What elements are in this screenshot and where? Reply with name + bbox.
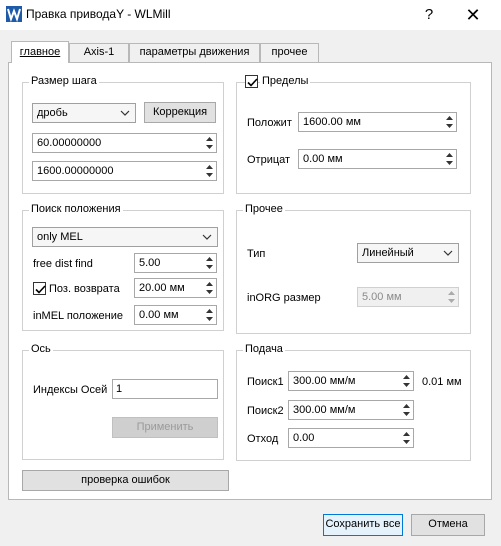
step-mode-select[interactable]: дробь — [32, 103, 136, 123]
checkmark-icon — [35, 285, 46, 294]
free-dist-spinbox[interactable]: 5.00 — [134, 253, 217, 273]
positive-limit-value: 1600.00 мм — [303, 116, 361, 128]
free-dist-label: free dist find — [33, 258, 93, 270]
negative-limit-label: Отрицат — [247, 154, 291, 166]
axis-group: Ось — [22, 343, 224, 460]
correction-button[interactable]: Коррекция — [144, 102, 216, 123]
search-mode-select[interactable]: only MEL — [32, 227, 218, 247]
dialog-window: Правка приводаY - WLMill ? ✕ главное Axi… — [0, 0, 501, 546]
error-check-button[interactable]: проверка ошибок — [22, 470, 229, 491]
type-select[interactable]: Линейный — [357, 243, 459, 263]
return-position-value: 20.00 мм — [139, 282, 185, 294]
checkmark-icon — [247, 78, 258, 87]
apply-button: Применить — [112, 417, 218, 438]
positive-limit-label: Положит — [247, 117, 292, 129]
save-all-button[interactable]: Сохранить все — [323, 514, 403, 536]
search2-value: 300.00 мм/м — [293, 404, 356, 416]
free-dist-value: 5.00 — [139, 257, 161, 269]
search2-spinbox[interactable]: 300.00 мм/м — [288, 400, 414, 420]
search1-label: Поиск1 — [247, 376, 284, 388]
limits-group — [236, 82, 471, 194]
spin-arrows-icon[interactable] — [205, 255, 214, 271]
limits-title: Пределы — [260, 75, 311, 87]
feed-title: Подача — [243, 343, 285, 355]
spin-arrows-icon[interactable] — [205, 135, 214, 151]
step-value1-spinbox[interactable]: 60.00000000 — [32, 133, 217, 153]
limits-checkbox[interactable] — [245, 75, 258, 88]
spin-arrows-icon[interactable] — [445, 151, 454, 167]
spin-arrows-icon[interactable] — [445, 114, 454, 130]
position-search-title: Поиск положения — [29, 203, 123, 215]
tab-axis-1[interactable]: Axis-1 — [69, 43, 129, 62]
spin-arrows-icon[interactable] — [402, 402, 411, 418]
step-value2-spinbox[interactable]: 1600.00000000 — [32, 161, 217, 181]
step-value2: 1600.00000000 — [37, 165, 114, 177]
tab-other[interactable]: прочее — [260, 43, 319, 62]
positive-limit-spinbox[interactable]: 1600.00 мм — [298, 112, 457, 132]
inorg-size-value: 5.00 мм — [362, 291, 402, 303]
spin-arrows-icon[interactable] — [205, 280, 214, 296]
step-mode-value: дробь — [37, 107, 68, 119]
retract-label: Отход — [247, 433, 279, 445]
chevron-down-icon — [443, 250, 453, 256]
inmel-position-spinbox[interactable]: 0.00 мм — [134, 305, 217, 325]
return-position-checkbox[interactable] — [33, 282, 46, 295]
retract-value: 0.00 — [293, 432, 315, 444]
cancel-button[interactable]: Отмена — [411, 514, 485, 536]
chevron-down-icon — [120, 110, 130, 116]
step-size-title: Размер шага — [29, 75, 99, 87]
search-mode-value: only MEL — [37, 231, 83, 243]
title-bar: Правка приводаY - WLMill ? ✕ — [0, 0, 501, 30]
axis-indices-label: Индексы Осей — [33, 384, 108, 396]
inmel-position-value: 0.00 мм — [139, 309, 179, 321]
inmel-position-label: inMEL положение — [33, 310, 124, 322]
spin-arrows-icon[interactable] — [205, 307, 214, 323]
tab-main[interactable]: главное — [11, 41, 69, 63]
inorg-size-spinbox: 5.00 мм — [357, 287, 459, 307]
search1-spinbox[interactable]: 300.00 мм/м — [288, 371, 414, 391]
search1-value: 300.00 мм/м — [293, 375, 356, 387]
window-title: Правка приводаY - WLMill — [26, 7, 171, 21]
search1-extra-value: 0.01 мм — [422, 376, 462, 388]
axis-title: Ось — [29, 343, 53, 355]
other-title: Прочее — [243, 203, 285, 215]
step-value1: 60.00000000 — [37, 137, 102, 149]
help-button[interactable]: ? — [414, 3, 444, 27]
negative-limit-value: 0.00 мм — [303, 153, 343, 165]
type-value: Линейный — [362, 247, 414, 259]
return-position-spinbox[interactable]: 20.00 мм — [134, 278, 217, 298]
type-label: Тип — [247, 248, 266, 260]
other-group: Прочее — [236, 203, 471, 334]
chevron-down-icon — [202, 234, 212, 240]
search2-label: Поиск2 — [247, 405, 284, 417]
axis-indices-input[interactable]: 1 — [112, 379, 218, 399]
inorg-size-label: inORG размер — [247, 292, 321, 304]
return-position-label: Поз. возврата — [49, 283, 120, 295]
spin-arrows-icon[interactable] — [402, 430, 411, 446]
tab-main-label: главное — [19, 46, 61, 58]
negative-limit-spinbox[interactable]: 0.00 мм — [298, 149, 457, 169]
spin-arrows-icon[interactable] — [402, 373, 411, 389]
spin-arrows-icon — [448, 291, 455, 303]
tab-motion-params[interactable]: параметры движения — [129, 43, 260, 62]
spin-arrows-icon[interactable] — [205, 163, 214, 179]
wlmill-app-icon — [6, 6, 22, 23]
close-button[interactable]: ✕ — [458, 3, 488, 27]
retract-spinbox[interactable]: 0.00 — [288, 428, 414, 448]
tab-panel-main: Размер шага дробь Коррекция 60.00000000 … — [8, 62, 492, 500]
